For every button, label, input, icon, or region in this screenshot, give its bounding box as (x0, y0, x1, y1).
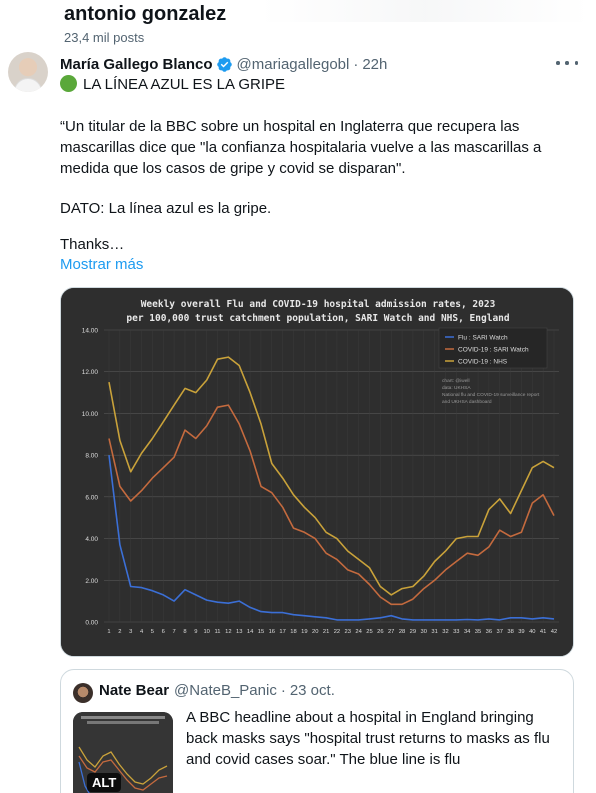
quote-author-handle: @NateB_Panic (174, 682, 277, 699)
x-tick-label: 19 (301, 629, 307, 635)
x-tick-label: 20 (312, 629, 318, 635)
tweet-text-line: Thanks… (60, 236, 125, 253)
chart-annotation: and UKHSA dashboard (442, 399, 492, 405)
avatar-figure (14, 78, 42, 92)
y-tick-label: 6.00 (85, 494, 98, 501)
x-tick-label: 36 (486, 629, 492, 635)
y-tick-label: 2.00 (85, 578, 98, 585)
x-tick-label: 16 (269, 629, 275, 635)
chart-annotation: National flu and COVID-19 surveillance r… (442, 392, 540, 398)
x-tick-label: 34 (464, 629, 471, 635)
x-tick-label: 8 (183, 629, 186, 635)
x-tick-label: 26 (377, 629, 383, 635)
x-tick-label: 25 (366, 629, 372, 635)
quoted-tweet[interactable]: Nate Bear @NateB_Panic · 23 oct. ALT A B… (60, 669, 574, 793)
header-fade-decoration (260, 0, 590, 22)
author-handle[interactable]: @mariagallegobl (237, 56, 350, 73)
tweet-timestamp[interactable]: 22h (362, 56, 387, 73)
separator-dot: · (280, 682, 286, 699)
tweet-text-line: mascarillas dice que "la confianza hospi… (60, 139, 542, 156)
author-name[interactable]: María Gallego Blanco (60, 56, 213, 73)
author-avatar[interactable] (8, 52, 48, 92)
x-tick-label: 40 (529, 629, 535, 635)
tweet-headline: LA LÍNEA AZUL ES LA GRIPE (83, 76, 286, 93)
y-tick-label: 12.00 (82, 369, 99, 376)
legend-label: COVID-19 : SARI Watch (458, 347, 529, 354)
tweet-text-line: LA LÍNEA AZUL ES LA GRIPE (60, 74, 285, 95)
y-tick-label: 10.00 (82, 411, 99, 418)
x-tick-label: 10 (203, 629, 209, 635)
x-tick-label: 23 (345, 629, 351, 635)
x-tick-label: 37 (497, 629, 503, 635)
more-dot-icon (565, 61, 569, 65)
tweet-author-row: María Gallego Blanco @mariagallegobl · 2… (60, 54, 387, 74)
more-dot-icon (574, 61, 578, 65)
x-tick-label: 33 (453, 629, 459, 635)
y-tick-label: 14.00 (82, 328, 99, 335)
x-tick-label: 22 (334, 629, 340, 635)
x-tick-label: 13 (236, 629, 242, 635)
x-tick-label: 6 (162, 629, 165, 635)
x-tick-label: 3 (129, 629, 132, 635)
x-tick-label: 41 (540, 629, 546, 635)
quote-text: A BBC headline about a hospital in Engla… (186, 709, 550, 768)
x-tick-label: 28 (399, 629, 405, 635)
x-tick-label: 27 (388, 629, 394, 635)
x-tick-label: 32 (442, 629, 448, 635)
x-tick-label: 17 (279, 629, 285, 635)
chart-subtitle: per 100,000 trust catchment population, … (126, 313, 509, 324)
x-tick-label: 7 (173, 629, 176, 635)
quote-author-row: Nate Bear @NateB_Panic · 23 oct. (99, 682, 335, 699)
y-tick-label: 4.00 (85, 536, 98, 543)
x-tick-label: 35 (475, 629, 481, 635)
alt-text-badge[interactable]: ALT (87, 773, 122, 792)
chart-annotation: data: UKHSA (442, 385, 471, 391)
x-tick-label: 5 (151, 629, 154, 635)
chart-svg: Weekly overall Flu and COVID-19 hospital… (61, 288, 573, 656)
x-tick-label: 14 (247, 629, 254, 635)
x-tick-label: 39 (518, 629, 524, 635)
verified-badge-icon (216, 56, 232, 72)
x-tick-label: 11 (215, 629, 221, 635)
show-more-link[interactable]: Mostrar más (60, 256, 143, 273)
x-tick-label: 2 (118, 629, 121, 635)
x-tick-label: 1 (107, 629, 110, 635)
x-tick-label: 38 (507, 629, 513, 635)
tweet-text-line: medida que los casos de gripe y covid se… (60, 160, 406, 177)
x-tick-label: 18 (290, 629, 296, 635)
legend-label: COVID-19 : NHS (458, 359, 508, 366)
x-tick-label: 30 (421, 629, 427, 635)
x-tick-label: 12 (225, 629, 231, 635)
profile-name-title: antonio gonzalez (64, 3, 227, 25)
separator-dot: · (353, 55, 359, 73)
more-dot-icon (556, 61, 560, 65)
y-tick-label: 8.00 (85, 453, 98, 460)
tweet-text-line: “Un titular de la BBC sobre un hospital … (60, 118, 520, 135)
quote-author-name: Nate Bear (99, 682, 170, 699)
x-tick-label: 29 (410, 629, 416, 635)
green-circle-emoji-icon (60, 75, 77, 92)
x-tick-label: 21 (323, 629, 329, 635)
more-options-button[interactable] (556, 55, 578, 71)
x-tick-label: 42 (551, 629, 557, 635)
post-count: 23,4 mil posts (64, 30, 145, 45)
x-tick-label: 9 (194, 629, 197, 635)
legend-label: Flu : SARI Watch (458, 335, 508, 342)
profile-header: antonio gonzalez 23,4 mil posts (0, 0, 596, 50)
tweet-text-line: DATO: La línea azul es la gripe. (60, 200, 272, 217)
tweet-media-chart[interactable]: Weekly overall Flu and COVID-19 hospital… (60, 287, 574, 657)
x-tick-label: 31 (431, 629, 437, 635)
chart-annotation: chart: @iwell (442, 378, 470, 384)
chart-title: Weekly overall Flu and COVID-19 hospital… (141, 299, 496, 310)
y-tick-label: 0.00 (85, 620, 98, 627)
quote-author-avatar (73, 683, 93, 703)
quote-timestamp: 23 oct. (289, 682, 335, 699)
x-tick-label: 15 (258, 629, 264, 635)
x-tick-label: 24 (355, 629, 362, 635)
